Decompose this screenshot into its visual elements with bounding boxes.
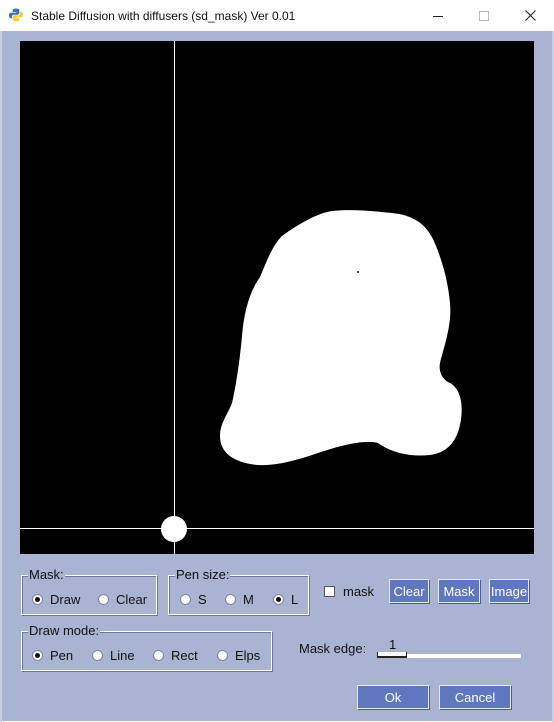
ok-button[interactable]: Ok <box>357 685 429 709</box>
window-title: Stable Diffusion with diffusers (sd_mask… <box>31 9 296 23</box>
radio-label: Pen <box>50 648 74 663</box>
radio-label: Elps <box>235 648 261 663</box>
radio-draw-mode-pen[interactable]: Pen <box>32 648 73 663</box>
maximize-button[interactable] <box>461 0 507 31</box>
radio-label: Draw <box>50 592 81 607</box>
radio-label: L <box>291 592 299 607</box>
cancel-button[interactable]: Cancel <box>439 685 511 709</box>
mask-checkbox[interactable]: mask <box>324 584 374 599</box>
mask-group-title: Mask: <box>28 567 65 583</box>
mask-edge-label: Mask edge: <box>299 641 367 656</box>
radio-draw-mode-elps[interactable]: Elps <box>217 648 260 663</box>
draw-mode-group: Draw mode: Pen Line Rect Elps <box>21 623 272 671</box>
radio-mask-clear[interactable]: Clear <box>98 592 147 607</box>
radio-mask-draw[interactable]: Draw <box>32 592 80 607</box>
radio-indicator <box>180 594 191 605</box>
radio-indicator <box>32 594 43 605</box>
pen-size-group: Pen size: S M L <box>168 567 309 615</box>
radio-indicator <box>153 650 164 661</box>
draw-mode-group-title: Draw mode: <box>28 623 101 639</box>
close-button[interactable] <box>507 0 553 31</box>
title-bar[interactable]: Stable Diffusion with diffusers (sd_mask… <box>0 0 554 31</box>
radio-indicator <box>92 650 103 661</box>
pen-cursor <box>161 516 187 542</box>
maximize-icon <box>479 10 489 21</box>
radio-label: S <box>198 592 207 607</box>
radio-label: M <box>243 592 254 607</box>
radio-indicator <box>98 594 109 605</box>
mask-shape <box>220 210 462 466</box>
mask-canvas[interactable] <box>20 41 534 554</box>
radio-indicator <box>273 594 284 605</box>
checkbox-label: mask <box>343 584 375 599</box>
mask-edge-value: 1 <box>389 637 397 652</box>
radio-indicator <box>217 650 228 661</box>
radio-label: Clear <box>116 592 148 607</box>
pen-size-group-title: Pen size: <box>175 567 231 583</box>
radio-draw-mode-rect[interactable]: Rect <box>153 648 198 663</box>
clear-button[interactable]: Clear <box>389 579 429 603</box>
minimize-icon <box>433 15 443 17</box>
image-button[interactable]: Image <box>489 579 529 603</box>
radio-pen-size-s[interactable]: S <box>180 592 207 607</box>
python-icon <box>9 8 23 22</box>
radio-pen-size-l[interactable]: L <box>273 592 298 607</box>
radio-indicator <box>32 650 43 661</box>
radio-draw-mode-line[interactable]: Line <box>92 648 135 663</box>
radio-pen-size-m[interactable]: M <box>225 592 254 607</box>
radio-label: Line <box>110 648 135 663</box>
mask-drawing <box>20 41 534 554</box>
checkbox-box <box>324 586 335 597</box>
radio-label: Rect <box>171 648 198 663</box>
close-icon <box>524 10 536 21</box>
minimize-button[interactable] <box>415 0 461 31</box>
slider-thumb[interactable] <box>377 652 407 658</box>
mask-button[interactable]: Mask <box>438 579 480 603</box>
radio-indicator <box>225 594 236 605</box>
mask-group: Mask: Draw Clear <box>21 567 157 615</box>
